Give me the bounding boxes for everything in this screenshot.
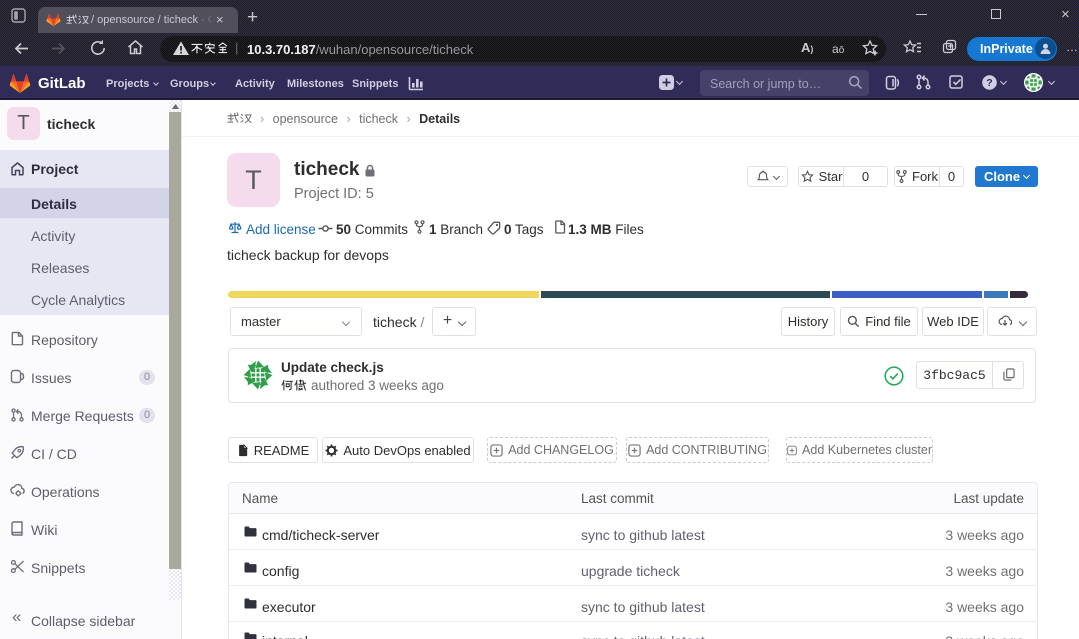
svg-text:?: ? — [986, 77, 992, 89]
